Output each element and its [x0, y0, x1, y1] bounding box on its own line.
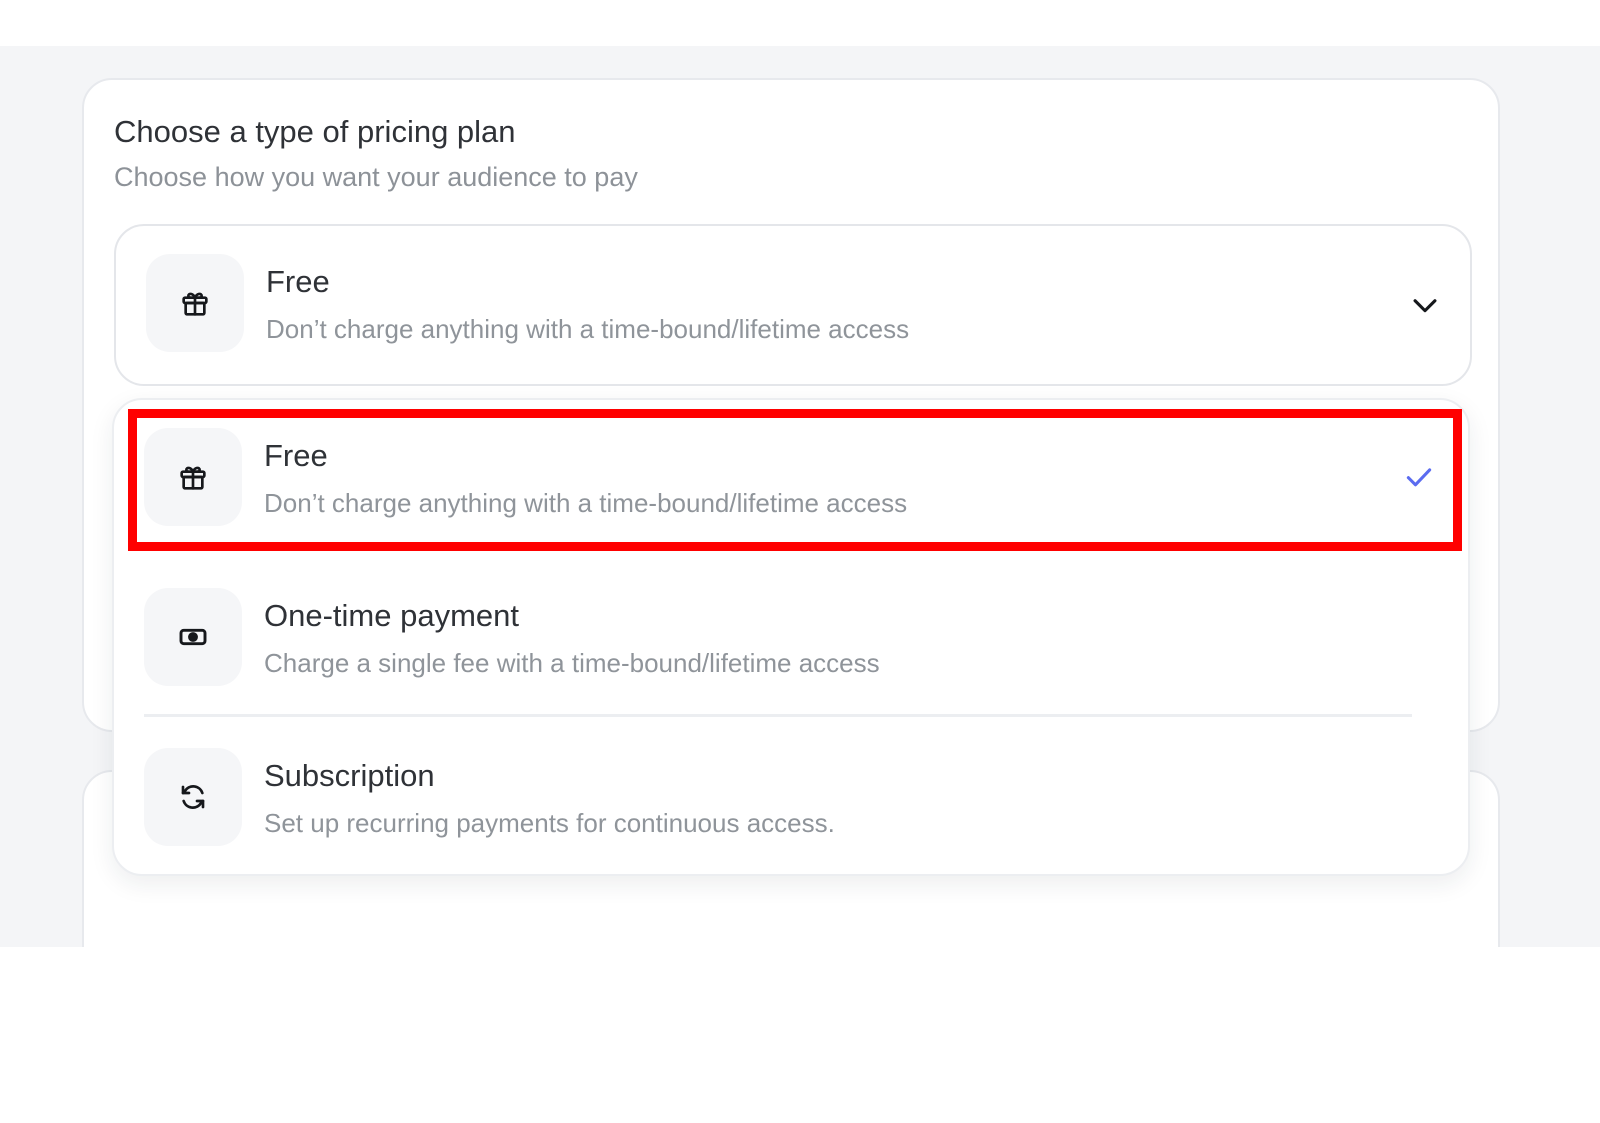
- banknote-icon-box: [144, 588, 242, 686]
- option-description: Don’t charge anything with a time-bound/…: [264, 488, 908, 518]
- gift-icon: [180, 466, 206, 490]
- option-label: One-time payment: [264, 598, 519, 633]
- option-label: Free: [264, 438, 328, 473]
- gift-icon: [182, 292, 208, 316]
- option-description: Set up recurring payments for continuous…: [264, 808, 835, 838]
- option-divider: [144, 714, 1412, 717]
- check-icon: [1406, 468, 1432, 487]
- option-description: Charge a single fee with a time-bound/li…: [264, 648, 880, 678]
- card-title: Choose a type of pricing plan: [114, 114, 516, 149]
- pricing-type-select[interactable]: Free Don’t charge anything with a time-b…: [114, 224, 1472, 386]
- option-one-time-payment[interactable]: One-time payment Charge a single fee wit…: [114, 560, 1468, 710]
- selected-plan-label: Free: [266, 264, 330, 299]
- refresh-icon-box: [144, 748, 242, 846]
- card-subtitle: Choose how you want your audience to pay: [114, 162, 638, 192]
- banknote-icon: [179, 628, 207, 646]
- pricing-type-dropdown: Free Don’t charge anything with a time-b…: [112, 398, 1470, 876]
- option-subscription[interactable]: Subscription Set up recurring payments f…: [114, 720, 1468, 870]
- page-canvas: Choose a type of pricing plan Choose how…: [0, 46, 1600, 947]
- gift-icon-box: [146, 254, 244, 352]
- option-label: Subscription: [264, 758, 435, 793]
- gift-icon-box: [144, 428, 242, 526]
- chevron-down-icon[interactable]: [1408, 288, 1442, 322]
- refresh-icon: [181, 785, 205, 809]
- option-free[interactable]: Free Don’t charge anything with a time-b…: [114, 400, 1468, 550]
- selected-plan-description: Don’t charge anything with a time-bound/…: [266, 314, 910, 344]
